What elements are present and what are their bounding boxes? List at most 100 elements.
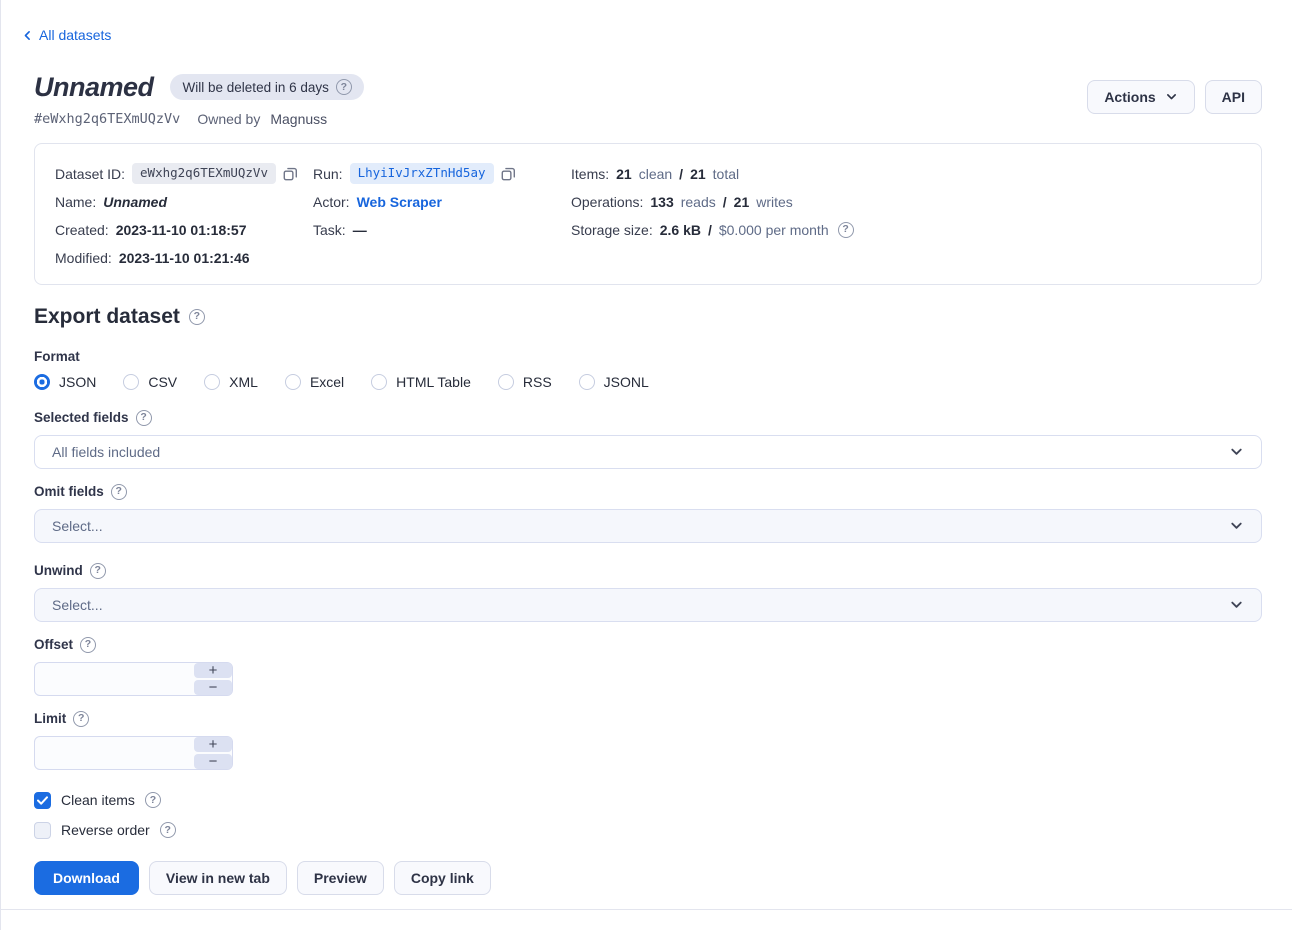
help-icon[interactable]: ? — [189, 309, 205, 325]
format-label: Format — [34, 349, 1262, 364]
format-radio-csv[interactable]: CSV — [123, 374, 177, 390]
radio-icon — [371, 374, 387, 390]
copy-icon[interactable] — [283, 166, 298, 181]
chevron-down-icon — [1229, 597, 1244, 612]
dataset-id-row: Dataset ID: eWxhg2q6TEXmUQzVv — [55, 160, 313, 188]
selected-fields-select[interactable]: All fields included — [34, 435, 1262, 469]
chevron-down-icon — [1229, 518, 1244, 533]
export-section: Export dataset ? Format JSON CSV XML Exc… — [34, 305, 1262, 895]
help-icon[interactable]: ? — [336, 79, 352, 95]
decrement-button[interactable]: − — [194, 754, 232, 769]
radio-label: CSV — [148, 374, 177, 390]
omit-fields-placeholder: Select... — [52, 518, 103, 534]
items-clean-word: clean — [639, 166, 672, 182]
format-radio-excel[interactable]: Excel — [285, 374, 344, 390]
format-radio-group: JSON CSV XML Excel HTML Table RSS — [34, 374, 1262, 390]
dataset-id-chip: eWxhg2q6TEXmUQzVv — [132, 163, 276, 184]
preview-button[interactable]: Preview — [297, 861, 384, 895]
selected-fields-label: Selected fields ? — [34, 410, 1262, 426]
actor-link[interactable]: Web Scraper — [357, 194, 442, 210]
radio-icon — [498, 374, 514, 390]
storage-value: 2.6 kB — [660, 222, 701, 238]
storage-cost: $0.000 per month — [719, 222, 829, 238]
actions-button[interactable]: Actions — [1087, 80, 1194, 114]
clean-items-checkbox[interactable] — [34, 792, 51, 809]
clean-items-label[interactable]: Clean items — [61, 792, 135, 808]
header-actions: Actions API — [1087, 80, 1262, 114]
format-radio-jsonl[interactable]: JSONL — [579, 374, 649, 390]
increment-button[interactable]: + — [194, 737, 232, 752]
omit-fields-select[interactable]: Select... — [34, 509, 1262, 543]
limit-stepper: + − — [194, 737, 232, 769]
copy-link-button[interactable]: Copy link — [394, 861, 491, 895]
modified-label: Modified: — [55, 250, 112, 266]
info-column-3: Items: 21 clean / 21 total Operations: 1… — [571, 160, 1241, 272]
export-buttons: Download View in new tab Preview Copy li… — [34, 861, 1262, 895]
offset-stepper: + − — [194, 663, 232, 695]
modified-row: Modified: 2023-11-10 01:21:46 — [55, 244, 313, 272]
operations-reads-word: reads — [681, 194, 716, 210]
storage-separator: / — [708, 222, 712, 238]
items-total-word: total — [713, 166, 739, 182]
items-label: Items: — [571, 166, 609, 182]
operations-label: Operations: — [571, 194, 643, 210]
deletion-badge: Will be deleted in 6 days ? — [170, 74, 364, 100]
radio-label: Excel — [310, 374, 344, 390]
task-label: Task: — [313, 222, 346, 238]
actor-row: Actor: Web Scraper — [313, 188, 571, 216]
storage-row: Storage size: 2.6 kB / $0.000 per month … — [571, 216, 1241, 244]
increment-button[interactable]: + — [194, 663, 232, 678]
help-icon[interactable]: ? — [136, 410, 152, 426]
chevron-down-icon — [1229, 444, 1244, 459]
page-title: Unnamed — [34, 71, 154, 104]
chevron-left-icon — [21, 29, 34, 42]
format-radio-html-table[interactable]: HTML Table — [371, 374, 471, 390]
radio-icon — [204, 374, 220, 390]
clean-items-row: Clean items ? — [34, 792, 1262, 809]
help-icon[interactable]: ? — [145, 792, 161, 808]
items-row: Items: 21 clean / 21 total — [571, 160, 1241, 188]
copy-icon[interactable] — [501, 166, 516, 181]
help-icon[interactable]: ? — [838, 222, 854, 238]
dataset-hash: #eWxhg2q6TEXmUQzVv — [34, 111, 180, 127]
info-column-2: Run: LhyiIvJrxZTnHd5ay Actor: Web Scrape… — [313, 160, 571, 272]
dataset-detail-page: All datasets Unnamed Will be deleted in … — [0, 0, 1292, 930]
view-in-new-tab-button[interactable]: View in new tab — [149, 861, 287, 895]
reverse-order-checkbox[interactable] — [34, 822, 51, 839]
api-button[interactable]: API — [1205, 80, 1262, 114]
radio-label: HTML Table — [396, 374, 471, 390]
decrement-button[interactable]: − — [194, 680, 232, 695]
help-icon[interactable]: ? — [160, 822, 176, 838]
chevron-down-icon — [1165, 90, 1178, 103]
radio-icon — [123, 374, 139, 390]
breadcrumb-all-datasets[interactable]: All datasets — [21, 27, 111, 43]
reverse-order-label[interactable]: Reverse order — [61, 822, 150, 838]
bottom-divider — [1, 909, 1292, 910]
run-chip[interactable]: LhyiIvJrxZTnHd5ay — [350, 163, 494, 184]
format-radio-json[interactable]: JSON — [34, 374, 96, 390]
format-radio-rss[interactable]: RSS — [498, 374, 552, 390]
help-icon[interactable]: ? — [73, 711, 89, 727]
operations-writes-word: writes — [756, 194, 793, 210]
radio-icon — [579, 374, 595, 390]
operations-writes-count: 21 — [734, 194, 750, 210]
download-button[interactable]: Download — [34, 861, 139, 895]
name-value: Unnamed — [103, 194, 167, 210]
task-row: Task: — — [313, 216, 571, 244]
owned-by-label: Owned by — [197, 111, 260, 127]
dataset-id-label: Dataset ID: — [55, 166, 125, 182]
help-icon[interactable]: ? — [111, 484, 127, 500]
unwind-placeholder: Select... — [52, 597, 103, 613]
radio-label: JSON — [59, 374, 96, 390]
radio-label: JSONL — [604, 374, 649, 390]
offset-label: Offset ? — [34, 637, 1262, 653]
help-icon[interactable]: ? — [80, 637, 96, 653]
format-radio-xml[interactable]: XML — [204, 374, 258, 390]
reverse-order-row: Reverse order ? — [34, 822, 1262, 839]
radio-label: RSS — [523, 374, 552, 390]
unwind-select[interactable]: Select... — [34, 588, 1262, 622]
page-header: Unnamed Will be deleted in 6 days ? #eWx… — [34, 71, 1262, 127]
run-label: Run: — [313, 166, 343, 182]
task-value: — — [353, 222, 367, 238]
help-icon[interactable]: ? — [90, 563, 106, 579]
